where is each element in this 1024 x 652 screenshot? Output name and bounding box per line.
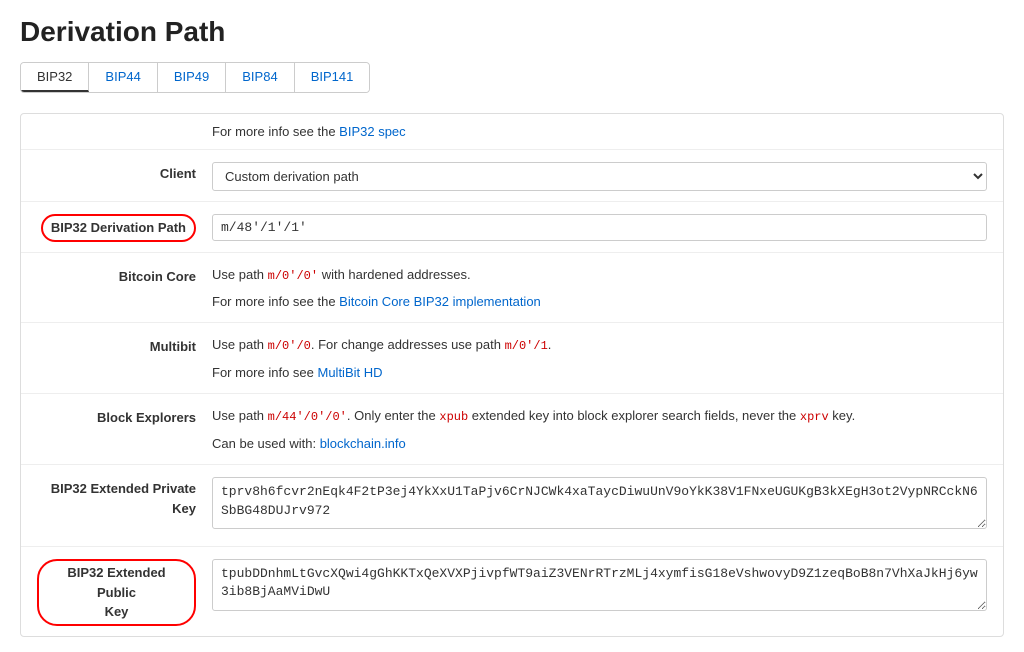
multibit-info-link[interactable]: MultiBit HD: [318, 365, 383, 380]
bip32-path-label-container: BIP32 Derivation Path: [37, 212, 212, 242]
bip32-info-text: For more info see the: [212, 124, 339, 139]
bitcoin-core-code1: m/0'/0': [268, 269, 318, 283]
extended-public-key-label-container: BIP32 Extended Public Key: [37, 557, 212, 626]
block-explorers-code2: xpub: [439, 410, 468, 424]
multibit-info-text: For more info see: [212, 365, 318, 380]
multibit-text3: .: [548, 337, 552, 352]
block-explorers-text1: Use path: [212, 408, 268, 423]
multibit-code1: m/0'/0: [268, 339, 311, 353]
extended-public-key-label: BIP32 Extended Public Key: [37, 559, 196, 626]
tab-bip141[interactable]: BIP141: [295, 63, 370, 92]
block-explorers-info-text: Can be used with:: [212, 436, 320, 451]
bitcoin-core-content: Use path m/0'/0' with hardened addresses…: [212, 263, 987, 313]
multibit-text: Use path m/0'/0. For change addresses us…: [212, 335, 987, 356]
block-explorers-info: Can be used with: blockchain.info: [212, 434, 987, 455]
page-title: Derivation Path: [20, 16, 1004, 48]
block-explorers-label: Block Explorers: [37, 404, 212, 428]
multibit-text2: . For change addresses use path: [311, 337, 505, 352]
bitcoin-core-text2: with hardened addresses.: [318, 267, 470, 282]
tab-bar: BIP32 BIP44 BIP49 BIP84 BIP141: [20, 62, 370, 93]
extended-public-key-content: [212, 557, 987, 618]
multibit-content: Use path m/0'/0. For change addresses us…: [212, 333, 987, 383]
block-explorers-text4: key.: [829, 408, 856, 423]
client-label: Client: [37, 160, 212, 184]
extended-private-key-label: BIP32 Extended Private Key: [37, 475, 212, 518]
bitcoin-core-info-text: For more info see the: [212, 294, 339, 309]
bitcoin-core-text: Use path m/0'/0' with hardened addresses…: [212, 265, 987, 286]
tab-bip49[interactable]: BIP49: [158, 63, 226, 92]
extended-private-key-row: BIP32 Extended Private Key: [21, 465, 1003, 547]
tab-bip32[interactable]: BIP32: [21, 63, 89, 92]
extended-private-key-content: [212, 475, 987, 536]
content-area: For more info see the BIP32 spec Client …: [20, 113, 1004, 637]
bitcoin-core-label: Bitcoin Core: [37, 263, 212, 287]
bip32-path-content: [212, 212, 987, 241]
multibit-code2: m/0'/1: [505, 339, 548, 353]
block-explorers-content: Use path m/44'/0'/0'. Only enter the xpu…: [212, 404, 987, 454]
block-explorers-info-link[interactable]: blockchain.info: [320, 436, 406, 451]
multibit-info: For more info see MultiBit HD: [212, 363, 987, 384]
block-explorers-code1: m/44'/0'/0': [268, 410, 347, 424]
bip32-path-input[interactable]: [212, 214, 987, 241]
bip32-spec-link[interactable]: BIP32 spec: [339, 124, 406, 139]
bitcoin-core-text1: Use path: [212, 267, 268, 282]
client-select[interactable]: Custom derivation path Bitcoin Core Mult…: [212, 162, 987, 191]
tab-bip44[interactable]: BIP44: [89, 63, 157, 92]
block-explorers-text3: extended key into block explorer search …: [468, 408, 800, 423]
multibit-label: Multibit: [37, 333, 212, 357]
multibit-text1: Use path: [212, 337, 268, 352]
bip32-info-row: For more info see the BIP32 spec: [21, 114, 1003, 150]
client-content: Custom derivation path Bitcoin Core Mult…: [212, 160, 987, 191]
bitcoin-core-info: For more info see the Bitcoin Core BIP32…: [212, 292, 987, 313]
bip32-path-row: BIP32 Derivation Path: [21, 202, 1003, 253]
bip32-path-label: BIP32 Derivation Path: [41, 214, 196, 242]
block-explorers-text2: . Only enter the: [347, 408, 440, 423]
block-explorers-text: Use path m/44'/0'/0'. Only enter the xpu…: [212, 406, 987, 427]
extended-public-key-input[interactable]: [212, 559, 987, 611]
bitcoin-core-info-link[interactable]: Bitcoin Core BIP32 implementation: [339, 294, 541, 309]
bitcoin-core-row: Bitcoin Core Use path m/0'/0' with harde…: [21, 253, 1003, 324]
tab-bip84[interactable]: BIP84: [226, 63, 294, 92]
block-explorers-code3: xprv: [800, 410, 829, 424]
block-explorers-row: Block Explorers Use path m/44'/0'/0'. On…: [21, 394, 1003, 465]
client-row: Client Custom derivation path Bitcoin Co…: [21, 150, 1003, 202]
extended-public-key-row: BIP32 Extended Public Key: [21, 547, 1003, 636]
multibit-row: Multibit Use path m/0'/0. For change add…: [21, 323, 1003, 394]
extended-private-key-input[interactable]: [212, 477, 987, 529]
